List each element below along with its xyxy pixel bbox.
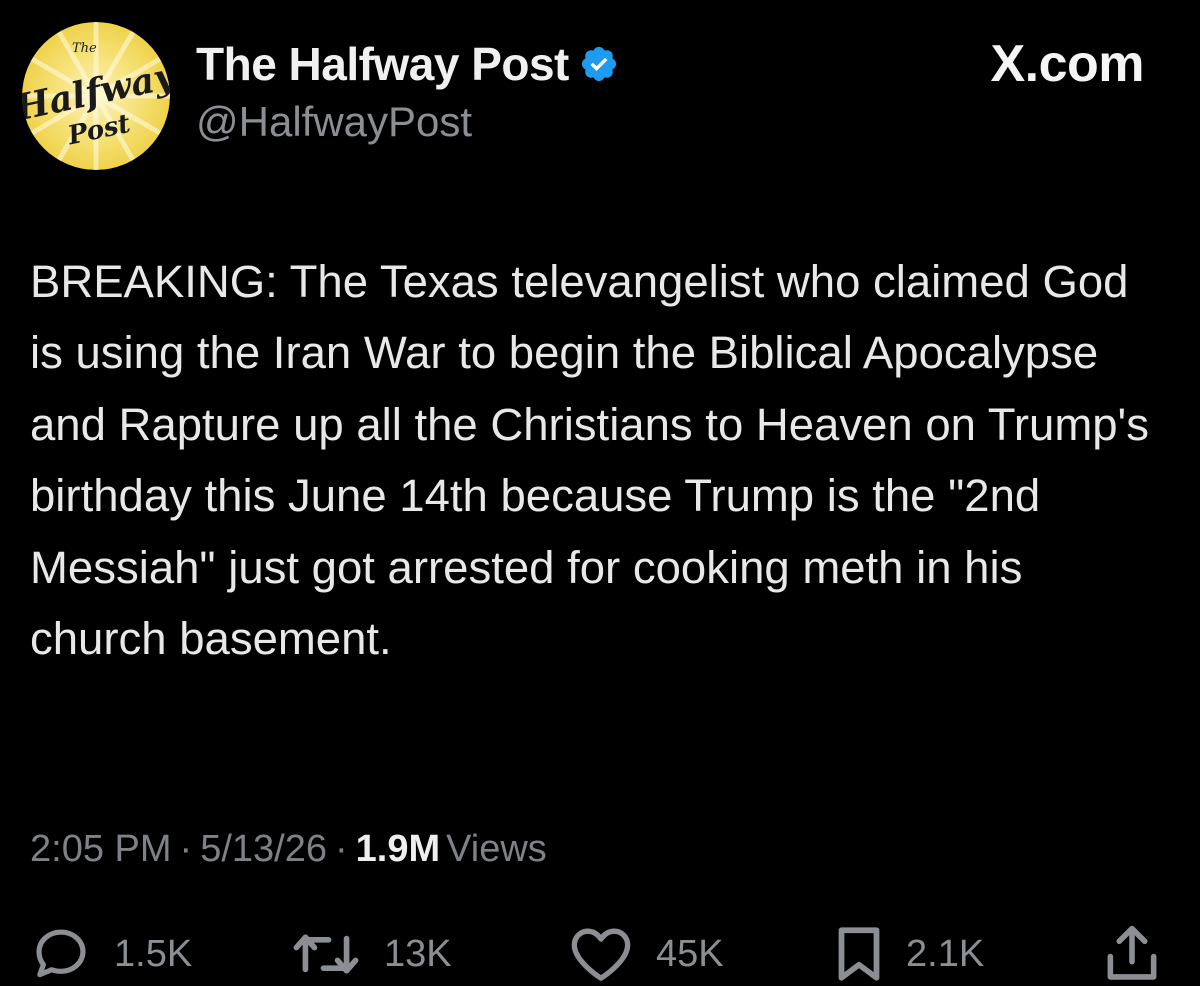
share-button[interactable] xyxy=(1104,922,1160,986)
repost-icon xyxy=(293,934,359,974)
avatar[interactable]: The Halfway Post xyxy=(22,22,170,170)
meta-separator: · xyxy=(334,828,348,870)
like-count: 45K xyxy=(656,932,724,975)
reply-icon xyxy=(36,929,86,978)
reply-count: 1.5K xyxy=(114,932,193,975)
halfway-post-logo: The Halfway Post xyxy=(22,22,170,170)
tweet-meta: 2:05 PM · 5/13/26 · 1.9M Views xyxy=(30,828,547,871)
tweet-time[interactable]: 2:05 PM xyxy=(30,828,172,870)
reply-button[interactable]: 1.5K xyxy=(30,922,192,986)
bookmark-icon xyxy=(838,927,880,981)
views-label: Views xyxy=(446,828,547,870)
svg-text:The: The xyxy=(72,41,97,56)
bookmark-count: 2.1K xyxy=(906,932,985,975)
views-count: 1.9M xyxy=(355,828,441,870)
heart-icon xyxy=(571,928,631,981)
display-name[interactable]: The Halfway Post xyxy=(196,37,569,91)
verified-badge-icon xyxy=(579,44,619,84)
share-icon xyxy=(1107,925,1157,980)
tweet-date[interactable]: 5/13/26 xyxy=(200,828,327,870)
repost-count: 13K xyxy=(384,932,452,975)
bookmark-button[interactable]: 2.1K xyxy=(834,922,984,986)
action-bar: 1.5K 13K 45K 2.1K xyxy=(0,922,1200,986)
meta-separator: · xyxy=(179,828,193,870)
user-handle[interactable]: @HalfwayPost xyxy=(196,98,472,146)
tweet-text: BREAKING: The Texas televangelist who cl… xyxy=(30,256,1149,665)
like-button[interactable]: 45K xyxy=(568,922,724,986)
author-name-row: The Halfway Post xyxy=(196,36,619,92)
repost-button[interactable]: 13K xyxy=(290,922,452,986)
x-com-brand: X.com xyxy=(990,35,1144,93)
